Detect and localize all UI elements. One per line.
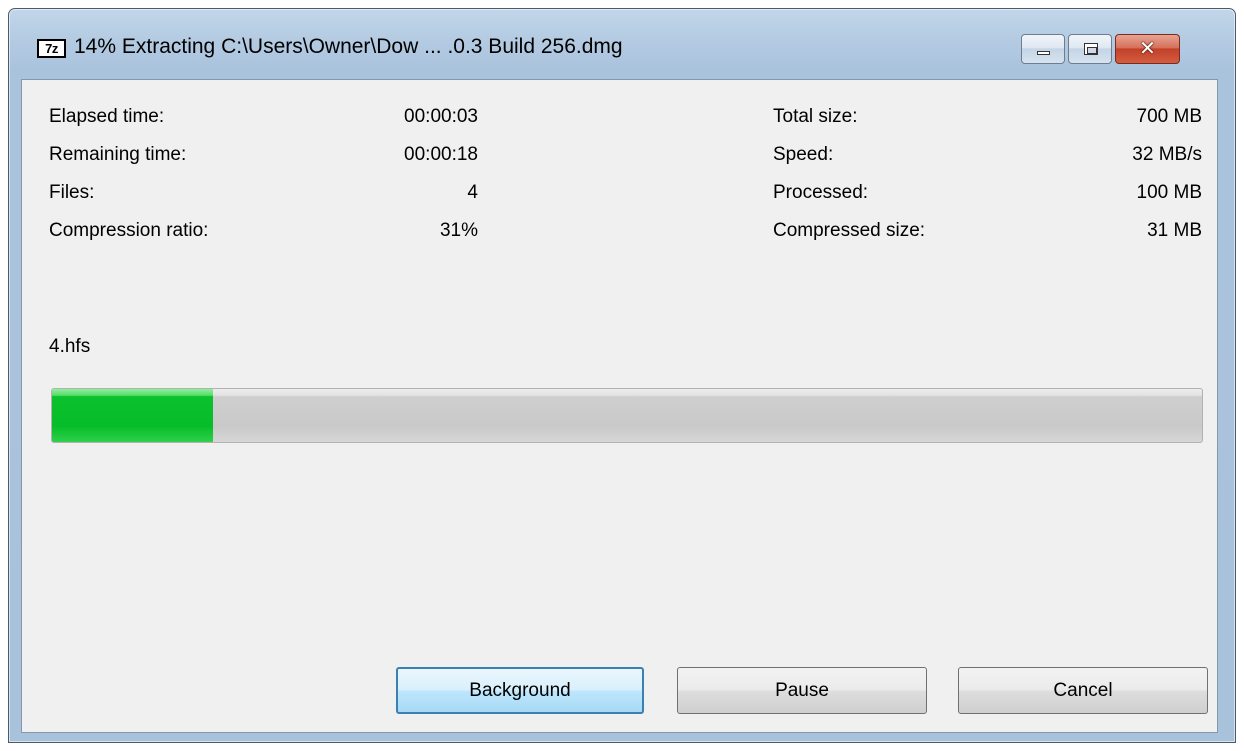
processed-label: Processed: [773,182,869,203]
maximize-button[interactable] [1068,34,1112,64]
files-label: Files: [49,182,95,203]
remaining-time-label: Remaining time: [49,144,187,165]
compression-ratio-value: 31% [439,220,478,241]
compressed-size-value: 31 MB [1147,220,1202,241]
pause-button[interactable]: Pause [677,667,927,714]
files-value: 4 [467,182,478,203]
total-size-label: Total size: [773,106,858,127]
7zip-app-icon[interactable]: 7z [37,39,66,58]
title-bar[interactable]: 7z 14% Extracting C:\Users\Owner\Dow ...… [9,9,1235,79]
progress-bar [51,388,1203,443]
processed-value: 100 MB [1136,182,1202,203]
minimize-button[interactable] [1021,34,1065,64]
progress-bar-fill [52,389,213,442]
dialog-content: Elapsed time: 00:00:03 Remaining time: 0… [21,79,1218,733]
speed-label: Speed: [773,144,834,165]
total-size-value: 700 MB [1136,106,1202,127]
current-file-name: 4.hfs [49,336,91,357]
maximize-icon [1084,43,1098,55]
background-button[interactable]: Background [396,667,644,714]
cancel-button[interactable]: Cancel [958,667,1208,714]
close-icon: ✕ [1139,38,1156,60]
extraction-progress-window: 7z 14% Extracting C:\Users\Owner\Dow ...… [8,8,1236,743]
window-title: 14% Extracting C:\Users\Owner\Dow ... .0… [74,35,623,58]
remaining-time-value: 00:00:18 [404,144,478,165]
compressed-size-label: Compressed size: [773,220,926,241]
compression-ratio-label: Compression ratio: [49,220,209,241]
elapsed-time-label: Elapsed time: [49,106,165,127]
speed-value: 32 MB/s [1132,144,1202,165]
minimize-icon [1037,51,1050,55]
close-button[interactable]: ✕ [1115,34,1180,64]
elapsed-time-value: 00:00:03 [404,106,478,127]
